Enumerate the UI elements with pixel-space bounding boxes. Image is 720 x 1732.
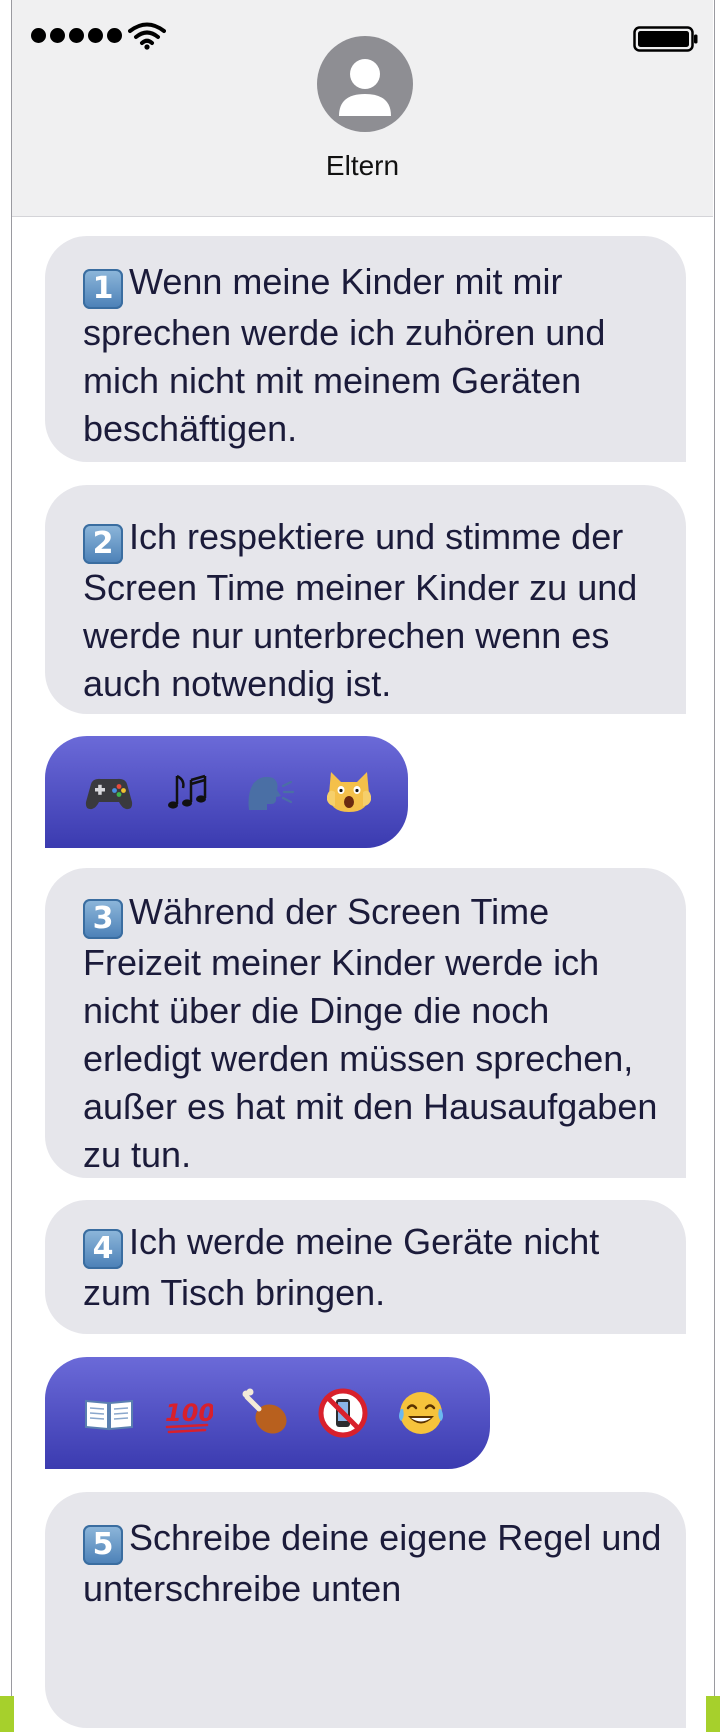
message-bubble-3[interactable]: 3 Während der Screen Time Freizeit meiner… <box>45 868 686 1178</box>
no-mobile-phones-icon <box>318 1388 368 1438</box>
person-icon <box>339 59 391 116</box>
keycap-3-icon: 3 <box>83 899 123 939</box>
cellular-signal-icon <box>31 28 122 43</box>
keycap-4-icon: 4 <box>83 1229 123 1269</box>
message-bubble-1[interactable]: 1 Wenn meine Kinder mit mir sprechen werd… <box>45 236 686 462</box>
message-text: Während der Screen Time Freizeit meiner … <box>83 891 658 1175</box>
musical-notes-icon <box>168 774 207 809</box>
poultry-leg-icon <box>242 1388 287 1434</box>
battery-icon <box>633 26 698 52</box>
keycap-1-icon: 1 <box>83 269 123 309</box>
message-text: Wenn meine Kinder mit mir sprechen werde… <box>83 261 606 449</box>
tears-of-joy-icon <box>399 1392 443 1434</box>
contact-avatar[interactable] <box>317 36 413 132</box>
hundred-points-icon: 100 <box>165 1399 213 1434</box>
speaking-head-icon <box>248 776 295 810</box>
contact-name: Eltern <box>325 150 400 181</box>
message-text: Schreibe deine eigene Regel und untersch… <box>83 1517 662 1609</box>
keycap-5-icon: 5 <box>83 1525 123 1565</box>
message-text: Ich respektiere und stimme der Screen Ti… <box>83 516 638 704</box>
decorative-strip-right <box>706 1696 720 1732</box>
weary-cat-icon <box>327 772 371 812</box>
emoji-message-2[interactable]: 100 <box>45 1357 490 1469</box>
wifi-icon <box>128 22 166 50</box>
message-text: Ich werde meine Geräte nicht zum Tisch b… <box>83 1221 600 1313</box>
keycap-2-icon: 2 <box>83 524 123 564</box>
message-bubble-4[interactable]: 4 Ich werde meine Geräte nicht zum Tisch … <box>45 1200 686 1334</box>
message-bubble-2[interactable]: 2 Ich respektiere und stimme der Screen T… <box>45 485 686 714</box>
phone-frame: Eltern 1 Wenn meine Kinder mit mir sprech… <box>11 0 715 1732</box>
video-game-controller-icon <box>85 778 133 810</box>
svg-text:100: 100 <box>165 1399 213 1427</box>
conversation-header: Eltern <box>12 0 713 217</box>
open-book-icon <box>85 1399 133 1431</box>
decorative-strip-left <box>0 1696 14 1732</box>
emoji-message-1[interactable] <box>45 736 408 848</box>
message-bubble-5[interactable]: 5 Schreibe deine eigene Regel und untersc… <box>45 1492 686 1728</box>
